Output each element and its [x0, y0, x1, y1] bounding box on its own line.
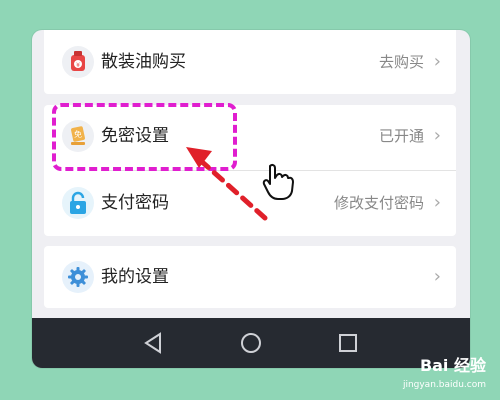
annotation-arrow-icon [186, 147, 268, 221]
watermark-url: jingyan.baidu.com [402, 380, 486, 390]
watermark-brand: Bai 经验 [419, 356, 486, 375]
hand-cursor-icon [262, 163, 294, 200]
